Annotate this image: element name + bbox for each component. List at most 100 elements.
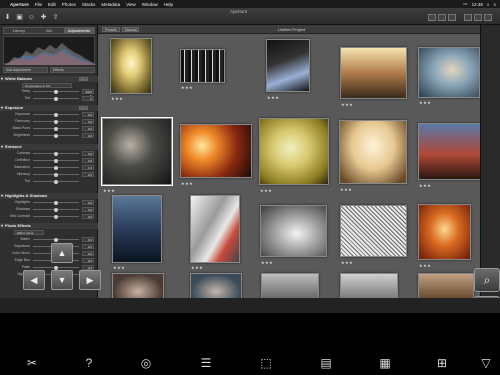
new-icon[interactable]: ▣ — [15, 14, 24, 22]
white-balance-slider-knob[interactable] — [54, 96, 58, 101]
exposure-slider-value[interactable]: 0.0 — [82, 119, 94, 124]
photo-thumbnail[interactable] — [418, 47, 480, 98]
rating-stars[interactable]: ★★★ — [103, 188, 115, 193]
menu-aperture[interactable]: Aperture — [10, 2, 29, 7]
photo-effects-slider-track[interactable] — [33, 265, 79, 270]
white-balance-slider-track[interactable] — [33, 89, 79, 94]
menu-view[interactable]: View — [126, 2, 136, 7]
enhance-slider-value[interactable]: 0.0 — [82, 172, 94, 177]
exposure-slider-knob[interactable] — [54, 119, 58, 124]
highlights-shadows-slider-knob[interactable] — [54, 214, 58, 219]
menu-list-icon[interactable]: ☰ — [198, 355, 214, 371]
cursor-icon[interactable]: ⬚ — [258, 355, 274, 371]
photo-effects-slider-value[interactable]: 0.0 — [82, 251, 94, 256]
exposure-auto-button[interactable]: Auto — [79, 106, 88, 110]
exposure-slider-value[interactable]: 0.0 — [82, 126, 94, 131]
white-balance-header[interactable]: White Balance Auto — [0, 76, 98, 82]
manual-select[interactable]: Manual — [122, 27, 140, 32]
enhance-slider-knob[interactable] — [54, 172, 58, 177]
exposure-slider-track[interactable] — [33, 126, 79, 131]
white-balance-slider-value[interactable]: 5000 K — [82, 89, 94, 98]
photo-thumbnail[interactable] — [418, 123, 480, 180]
rating-stars[interactable]: ★★★ — [341, 102, 353, 107]
photo-effects-slider-knob[interactable] — [54, 265, 58, 270]
menu-photos[interactable]: Photos — [62, 2, 76, 7]
faces-icon[interactable]: ☺ — [27, 14, 36, 22]
exposure-slider-track[interactable] — [33, 119, 79, 124]
rating-stars[interactable]: ★★★ — [267, 95, 279, 100]
enhance-slider-track[interactable] — [33, 158, 79, 163]
photo-effects-slider-value[interactable]: 0.0 — [82, 244, 94, 249]
effect-select[interactable]: Effect: None — [14, 230, 44, 235]
photo-thumbnail[interactable] — [112, 195, 162, 263]
rating-stars[interactable]: ★★★ — [419, 263, 431, 268]
exposure-slider-value[interactable]: 0.0 — [82, 112, 94, 117]
enhance-slider-knob[interactable] — [54, 158, 58, 163]
view-viewer-icon[interactable] — [448, 14, 456, 21]
photo-thumbnail[interactable] — [340, 47, 407, 99]
enhance-slider-track[interactable] — [33, 172, 79, 177]
menu-help[interactable]: Help — [164, 2, 173, 7]
exposure-slider-knob[interactable] — [54, 133, 58, 138]
highlights-shadows-slider-value[interactable]: 0.0 — [82, 207, 94, 212]
export-icon[interactable]: ▤ — [318, 355, 334, 371]
calendar-icon[interactable]: ▦ — [377, 355, 393, 371]
add-adjustment-select[interactable]: Add Adjustment — [3, 67, 48, 73]
arrow-up-key[interactable]: ▲ — [51, 243, 73, 263]
photo-thumbnail[interactable] — [110, 38, 152, 94]
view-browser-icon[interactable] — [428, 14, 436, 21]
photo-effects-slider-value[interactable]: 0.0 — [82, 258, 94, 263]
places-icon[interactable]: ✚ — [39, 14, 48, 22]
highlights-shadows-slider-track[interactable] — [33, 207, 79, 212]
magnify-icon[interactable]: ⌕ — [474, 268, 500, 292]
rating-stars[interactable]: ★★★ — [260, 188, 272, 193]
highlights-shadows-slider-value[interactable]: 0.0 — [82, 214, 94, 219]
photo-effects-slider-track[interactable] — [33, 237, 79, 242]
fullscreen-icon[interactable] — [484, 14, 492, 21]
clock[interactable]: 12:48 — [472, 2, 483, 7]
arrow-left-key[interactable]: ◀ — [23, 270, 45, 290]
presets-button[interactable]: Presets — [102, 27, 120, 32]
menu-window[interactable]: Window — [142, 2, 158, 7]
arrow-down-key[interactable]: ▼ — [51, 270, 73, 290]
menu-metadata[interactable]: Metadata — [101, 2, 120, 7]
white-balance-slider-value[interactable]: 0 — [82, 96, 94, 101]
rating-stars[interactable]: ★★★ — [341, 260, 353, 265]
highlights-shadows-slider-track[interactable] — [33, 214, 79, 219]
exposure-slider-value[interactable]: 0.0 — [82, 133, 94, 138]
effects-select[interactable]: Effects — [50, 67, 95, 73]
exposure-slider-knob[interactable] — [54, 112, 58, 117]
enhance-slider-knob[interactable] — [54, 151, 58, 156]
photo-thumbnail[interactable] — [190, 195, 240, 263]
highlights-shadows-slider-knob[interactable] — [54, 207, 58, 212]
import-icon[interactable]: ⬇ — [3, 14, 12, 22]
photo-thumbnail[interactable] — [260, 205, 327, 257]
rating-stars[interactable]: ★★★ — [181, 85, 193, 90]
photo-thumbnail[interactable] — [339, 120, 407, 184]
rating-stars[interactable]: ★★★ — [191, 265, 203, 270]
list-icon[interactable]: ≡ — [493, 2, 496, 7]
network-icon[interactable]: ⊞ — [434, 355, 450, 371]
photo-thumbnail[interactable] — [180, 124, 252, 178]
rating-stars[interactable]: ★★★ — [181, 181, 193, 186]
highlights-shadows-slider-knob[interactable] — [54, 200, 58, 205]
photo-thumbnail[interactable] — [340, 205, 407, 257]
rating-stars[interactable]: ★★★ — [340, 187, 352, 192]
photo-effects-slider-knob[interactable] — [54, 237, 58, 242]
highlights-shadows-header[interactable]: Highlights & Shadows — [0, 193, 98, 199]
exposure-slider-track[interactable] — [33, 112, 79, 117]
enhance-slider-value[interactable]: 0.0 — [82, 151, 94, 156]
tab-info[interactable]: Info — [34, 28, 64, 33]
rating-stars[interactable]: ★★★ — [113, 265, 125, 270]
wifi-remote-icon[interactable]: ◎ — [138, 355, 154, 371]
menu-file[interactable]: File — [35, 2, 42, 7]
share-icon[interactable]: ⇪ — [51, 14, 60, 22]
white-balance-slider-track[interactable] — [33, 96, 79, 101]
arrow-right-key[interactable]: ▶ — [79, 270, 101, 290]
enhance-header[interactable]: Enhance — [0, 144, 98, 150]
enhance-slider-value[interactable]: 1.0 — [82, 165, 94, 170]
tab-library[interactable]: Library — [4, 28, 34, 33]
view-split-icon[interactable] — [438, 14, 446, 21]
enhance-slider-track[interactable] — [33, 179, 79, 184]
rating-stars[interactable]: ★★★ — [111, 96, 123, 101]
